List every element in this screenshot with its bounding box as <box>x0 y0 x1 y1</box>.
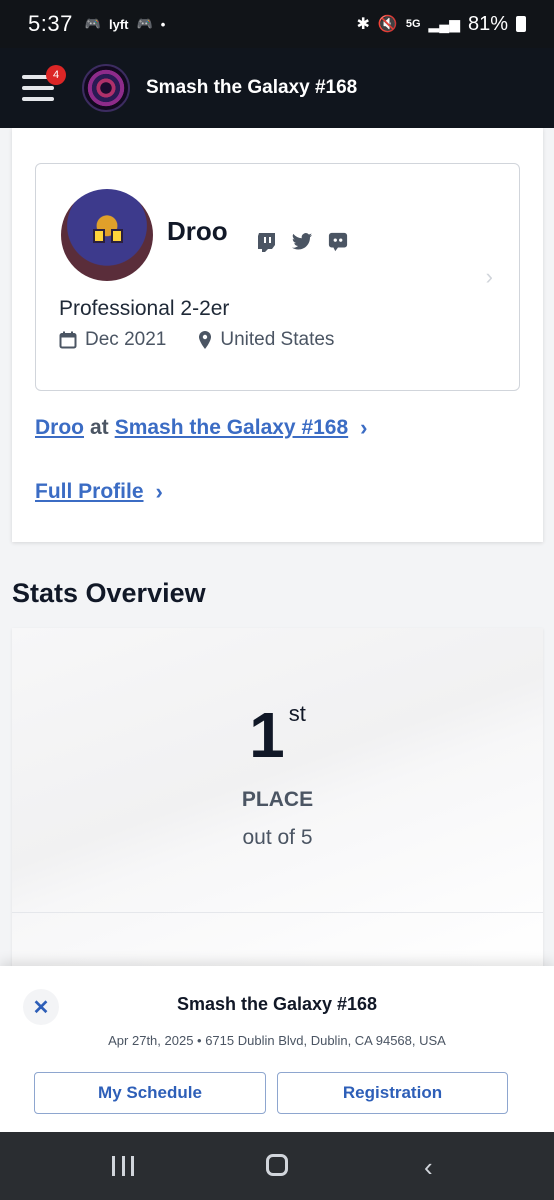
home-button[interactable] <box>266 1154 288 1176</box>
event-entrant-link-row: Droo at Smash the Galaxy #168 › <box>35 415 368 441</box>
full-profile-link-row: Full Profile › <box>35 479 163 505</box>
back-button[interactable]: ‹ <box>424 1152 433 1183</box>
network-type: 5G <box>405 18 421 30</box>
status-bar: 5:37 🎮 lyft 🎮 • ✱ 🔇 5G ▂▄▆ 81% <box>0 0 554 48</box>
twitch-icon[interactable] <box>255 232 277 252</box>
battery-icon <box>516 16 526 32</box>
dot-icon: • <box>160 16 166 32</box>
status-system-icons: ✱ 🔇 5G ▂▄▆ 81% <box>356 12 526 36</box>
joined-date: Dec 2021 <box>85 329 167 350</box>
registration-button[interactable]: Registration <box>277 1072 508 1114</box>
placement-suffix: st <box>288 701 306 726</box>
menu-line <box>22 86 54 90</box>
player-name: Droo <box>167 216 228 246</box>
location-pin-icon <box>199 331 212 349</box>
recents-button[interactable] <box>112 1156 134 1176</box>
page-title: Smash the Galaxy #168 <box>146 77 358 98</box>
profile-card[interactable]: Droo › Professional 2-2er Dec 2021 Unite… <box>35 163 520 391</box>
system-nav-bar: ‹ <box>0 1132 554 1200</box>
status-time: 5:37 <box>28 11 73 36</box>
recents-line <box>131 1156 134 1176</box>
status-notification-icons: 🎮 lyft 🎮 • <box>85 16 165 32</box>
divider <box>12 912 543 913</box>
placement: 1st <box>12 698 543 772</box>
full-profile-link[interactable]: Full Profile <box>35 480 144 504</box>
chevron-right-icon: › <box>360 415 368 440</box>
chevron-right-icon: › <box>155 479 163 504</box>
avatar-eye <box>111 229 123 243</box>
discord-status-icon: 🎮 <box>136 16 153 31</box>
player-tagline: Professional 2-2er <box>59 297 230 320</box>
stats-card: 1st PLACE out of 5 <box>12 628 543 968</box>
stats-section-title: Stats Overview <box>12 578 206 608</box>
battery-percent: 81% <box>467 12 508 35</box>
player-link[interactable]: Droo <box>35 416 84 440</box>
event-bottom-sheet: ✕ Smash the Galaxy #168 Apr 27th, 2025 •… <box>0 966 554 1132</box>
lyft-icon: lyft <box>109 16 129 32</box>
notification-badge: 4 <box>46 65 66 85</box>
calendar-icon <box>59 331 77 349</box>
avatar-eye <box>93 229 105 243</box>
menu-line <box>22 97 54 101</box>
social-links <box>255 232 349 252</box>
mute-icon: 🔇 <box>377 16 398 33</box>
app-header: 4 Smash the Galaxy #168 <box>0 48 554 128</box>
at-text: at <box>90 416 109 439</box>
recents-line <box>121 1156 125 1176</box>
twitter-icon[interactable] <box>291 232 313 252</box>
sheet-event-details: Apr 27th, 2025 • 6715 Dublin Blvd, Dubli… <box>108 1033 446 1048</box>
signal-icon: ▂▄▆ <box>428 15 460 32</box>
placement-label: PLACE <box>241 788 314 811</box>
my-schedule-button[interactable]: My Schedule <box>34 1072 266 1114</box>
profile-section: Droo › Professional 2-2er Dec 2021 Unite… <box>12 128 543 542</box>
event-link[interactable]: Smash the Galaxy #168 <box>115 416 348 440</box>
menu-button[interactable]: 4 <box>22 65 66 101</box>
chevron-right-icon: › <box>485 264 493 289</box>
player-meta: Dec 2021 United States <box>59 329 334 351</box>
discord-icon[interactable] <box>327 232 349 252</box>
event-logo[interactable] <box>82 64 130 112</box>
placement-out-of: out of 5 <box>242 826 313 849</box>
avatar <box>61 189 153 281</box>
placement-number: 1 <box>249 699 285 771</box>
gamepad-icon: 🎮 <box>84 16 102 31</box>
sheet-event-title: Smash the Galaxy #168 <box>176 994 378 1014</box>
recents-line <box>112 1156 115 1176</box>
bluetooth-icon: ✱ <box>356 16 370 33</box>
player-location: United States <box>220 329 335 350</box>
